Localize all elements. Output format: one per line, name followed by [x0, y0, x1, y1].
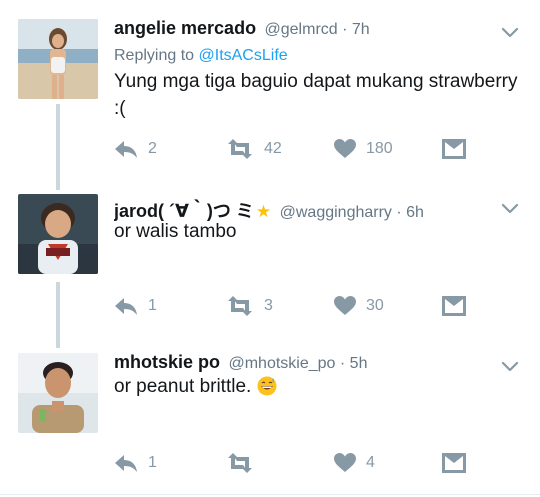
- tweet-text-content: or peanut brittle.: [114, 376, 252, 397]
- reply-icon: [115, 455, 137, 472]
- tweet-text: or peanut brittle.: [114, 373, 520, 400]
- like-count: 30: [366, 297, 384, 314]
- chevron-down-icon[interactable]: [500, 22, 520, 42]
- direct-message-icon: [442, 453, 466, 473]
- retweet-icon: [228, 139, 252, 159]
- like-button[interactable]: 4: [334, 451, 375, 475]
- tweet[interactable]: jarod( ´∀｀)つ ミ ★ @waggingharry · 6h or wa…: [0, 180, 540, 345]
- replying-to: Replying to @ItsACsLife: [114, 47, 288, 65]
- timestamp[interactable]: 7h: [352, 21, 370, 38]
- avatar[interactable]: [18, 353, 98, 433]
- tweet-actions: 2 42 180: [114, 137, 474, 161]
- username[interactable]: @gelmrcd: [265, 21, 338, 38]
- reply-icon: [115, 141, 137, 158]
- like-button[interactable]: 180: [334, 137, 393, 161]
- reply-button[interactable]: 1: [114, 451, 157, 475]
- direct-message-button[interactable]: [442, 137, 466, 161]
- tweet[interactable]: angelie mercado @gelmrcd · 7h Replying t…: [0, 0, 540, 180]
- tweet-text: Yung mga tiga baguio dapat mukang strawb…: [114, 71, 518, 119]
- retweet-button[interactable]: 3: [226, 294, 273, 318]
- like-icon: [334, 453, 356, 472]
- reply-count: 1: [148, 297, 157, 314]
- reply-icon: [115, 298, 137, 315]
- avatar[interactable]: [18, 19, 98, 99]
- direct-message-icon: [442, 139, 466, 159]
- like-icon: [334, 296, 356, 315]
- reply-button[interactable]: 1: [114, 294, 157, 318]
- divider: [0, 494, 540, 495]
- direct-message-button[interactable]: [442, 451, 466, 475]
- retweet-count: 42: [264, 140, 282, 157]
- like-icon: [334, 139, 356, 158]
- retweet-button[interactable]: [226, 451, 264, 475]
- username[interactable]: @mhotskie_po: [228, 355, 335, 372]
- replying-to-mention[interactable]: @ItsACsLife: [199, 47, 288, 64]
- tweet-header: angelie mercado @gelmrcd · 7h: [114, 18, 500, 39]
- timestamp[interactable]: 5h: [350, 355, 368, 372]
- like-count: 180: [366, 140, 393, 157]
- replying-to-label: Replying to: [114, 47, 199, 64]
- tweet-text: or walis tambo: [114, 221, 237, 242]
- separator: ·: [342, 21, 348, 38]
- tweet-header: mhotskie po @mhotskie_po · 5h: [114, 352, 500, 373]
- reply-button[interactable]: 2: [114, 137, 157, 161]
- avatar[interactable]: [18, 194, 98, 274]
- display-name[interactable]: mhotskie po: [114, 352, 220, 372]
- retweet-icon: [228, 453, 252, 473]
- tweet-actions: 1 3 30: [114, 294, 474, 318]
- grinning-sweat-face-icon: [257, 376, 277, 396]
- retweet-icon: [228, 296, 252, 316]
- display-name[interactable]: angelie mercado: [114, 18, 256, 38]
- reply-count: 1: [148, 454, 157, 471]
- like-button[interactable]: 30: [334, 294, 384, 318]
- reply-count: 2: [148, 140, 157, 157]
- retweet-count: 3: [264, 297, 273, 314]
- tweet[interactable]: mhotskie po @mhotskie_po · 5h or peanut …: [0, 345, 540, 495]
- retweet-button[interactable]: 42: [226, 137, 282, 161]
- separator: ·: [339, 355, 346, 372]
- direct-message-button[interactable]: [442, 294, 466, 318]
- direct-message-icon: [442, 296, 466, 316]
- like-count: 4: [366, 454, 375, 471]
- tweet-actions: 1 4: [114, 451, 474, 475]
- chevron-down-icon[interactable]: [500, 198, 520, 218]
